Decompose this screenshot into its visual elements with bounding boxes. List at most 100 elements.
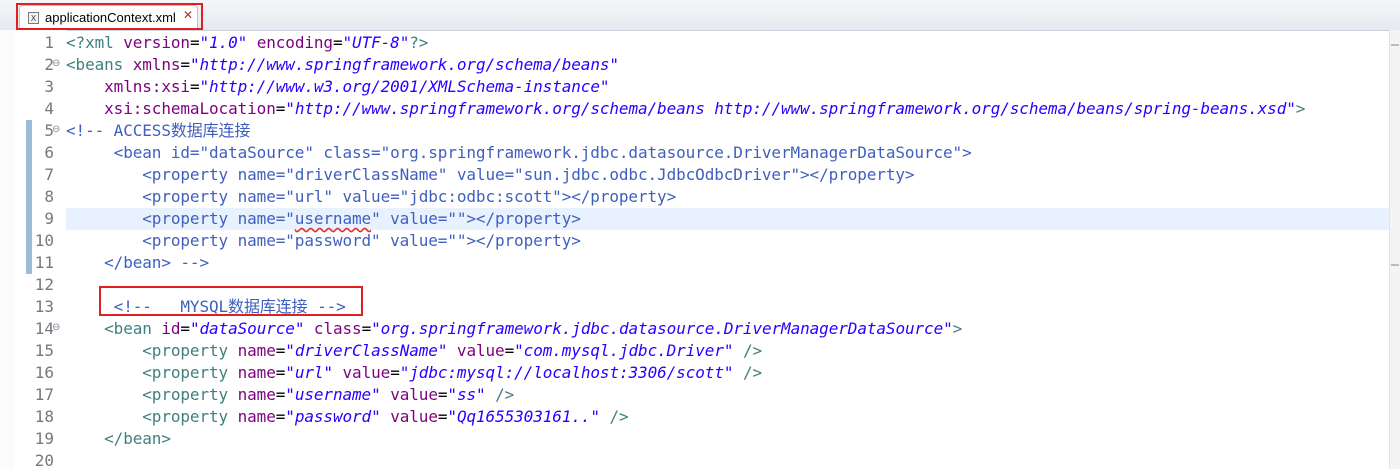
line-number: 12: [34, 275, 54, 294]
code-token: "http://www.springframework.org/schema/b…: [189, 55, 619, 74]
code-token: />: [742, 341, 763, 360]
code-line[interactable]: <bean id="dataSource" class="org.springf…: [66, 318, 962, 340]
code-token: =: [180, 55, 190, 74]
code-token: <!-- MYSQL数据库连接 -->: [66, 297, 346, 316]
code-token: =: [275, 99, 286, 118]
code-line[interactable]: <property name="password" value=""></pro…: [66, 230, 581, 252]
line-number: 5: [44, 121, 54, 140]
code-line[interactable]: xsi:schemaLocation="http://www.springfra…: [66, 98, 1305, 120]
code-token: version: [123, 33, 190, 52]
line-number: 9: [44, 209, 54, 228]
fold-toggle-icon[interactable]: ⊖: [52, 58, 60, 69]
code-token: "password": [285, 407, 381, 426]
code-line[interactable]: <property name="url" value="jdbc:mysql:/…: [66, 362, 762, 384]
code-token: encoding: [256, 33, 333, 52]
scroll-marker: [1391, 44, 1399, 46]
code-token: "Qq1655303161..": [447, 407, 600, 426]
code-token: <property: [142, 341, 238, 360]
code-line[interactable]: <property name="driverClassName" value="…: [66, 164, 914, 186]
code-token: name: [237, 407, 276, 426]
line-number: 10: [34, 231, 54, 250]
xml-file-icon: X: [28, 12, 39, 24]
close-tab-icon[interactable]: ✕: [183, 8, 193, 22]
code-line[interactable]: <property name="password" value="Qq16553…: [66, 406, 628, 428]
code-token: </bean> -->: [66, 253, 209, 272]
code-token: <property name=": [66, 209, 295, 228]
code-token: name: [237, 363, 276, 382]
code-line[interactable]: <property name="username" value="ss" />: [66, 384, 514, 406]
line-number: 15: [34, 341, 54, 360]
code-line[interactable]: </bean> -->: [66, 252, 209, 274]
fold-toggle-icon[interactable]: ⊖: [52, 124, 60, 135]
vertical-scrollbar[interactable]: [1389, 30, 1400, 469]
code-token: =: [180, 319, 190, 338]
code-editor[interactable]: 1 <?xml version="1.0" encoding="UTF-8"?> 2…: [0, 30, 1390, 470]
line-number: 19: [34, 429, 54, 448]
line-number: 2: [44, 55, 54, 74]
code-token: =: [275, 407, 286, 426]
code-token: value: [342, 363, 391, 382]
code-line[interactable]: <property name="driverClassName" value="…: [66, 340, 762, 362]
line-number: 16: [34, 363, 54, 382]
code-token: =: [275, 341, 286, 360]
code-line[interactable]: <property name="username" value=""></pro…: [66, 208, 581, 230]
code-line[interactable]: <bean id="dataSource" class="org.springf…: [66, 142, 972, 164]
code-token: xsi:schemaLocation: [104, 99, 276, 118]
code-token: =: [275, 385, 286, 404]
code-line[interactable]: </bean>: [66, 428, 171, 450]
line-number: 4: [44, 99, 54, 118]
code-line[interactable]: <!-- MYSQL数据库连接 -->: [66, 296, 346, 318]
code-token: =: [332, 33, 343, 52]
code-token: value: [390, 407, 438, 426]
code-line[interactable]: xmlns:xsi="http://www.w3.org/2001/XMLSch…: [66, 76, 609, 98]
code-token: "url": [285, 363, 333, 382]
code-token: >: [952, 319, 963, 338]
code-token: <property: [142, 407, 238, 426]
line-number: 18: [34, 407, 54, 426]
line-number: 7: [44, 165, 54, 184]
code-token: "http://www.w3.org/2001/XMLSchema-instan…: [199, 77, 610, 96]
code-token: =: [437, 385, 448, 404]
code-token: </bean>: [104, 429, 171, 448]
code-token: <bean id="dataSource" class="org.springf…: [66, 143, 972, 162]
code-token: "1.0": [199, 33, 248, 52]
line-number: 6: [44, 143, 54, 162]
fold-toggle-icon[interactable]: ⊖: [52, 322, 60, 333]
code-token: <property: [142, 385, 238, 404]
code-token: name: [237, 341, 276, 360]
code-line[interactable]: <property name="url" value="jdbc:odbc:sc…: [66, 186, 676, 208]
code-token: "driverClassName": [285, 341, 448, 360]
code-token: value: [390, 385, 438, 404]
code-line[interactable]: <beans xmlns="http://www.springframework…: [66, 54, 619, 76]
code-token: <property: [142, 363, 238, 382]
code-token: <property name="driverClassName" value="…: [66, 165, 915, 184]
code-token: <!-- ACCESS数据库连接: [66, 121, 251, 140]
code-token: username: [294, 209, 372, 228]
code-line[interactable]: <?xml version="1.0" encoding="UTF-8"?>: [66, 32, 428, 54]
code-line[interactable]: <!-- ACCESS数据库连接: [66, 120, 250, 142]
line-number: 11: [34, 253, 54, 272]
code-token: " value=""></property>: [371, 209, 581, 228]
code-token: />: [742, 363, 763, 382]
code-token: ?>: [409, 33, 429, 52]
tab-applicationcontext-xml[interactable]: X applicationContext.xml ✕: [19, 5, 198, 30]
line-number: 17: [34, 385, 54, 404]
code-token: =: [390, 363, 400, 382]
code-token: <beans: [66, 55, 133, 74]
code-token: =: [275, 363, 286, 382]
editor-ruler: [0, 30, 15, 469]
code-token: =: [437, 407, 448, 426]
code-token: "username": [285, 385, 381, 404]
tab-label: applicationContext.xml: [45, 10, 176, 25]
code-token: <property name="url" value="jdbc:odbc:sc…: [66, 187, 677, 206]
